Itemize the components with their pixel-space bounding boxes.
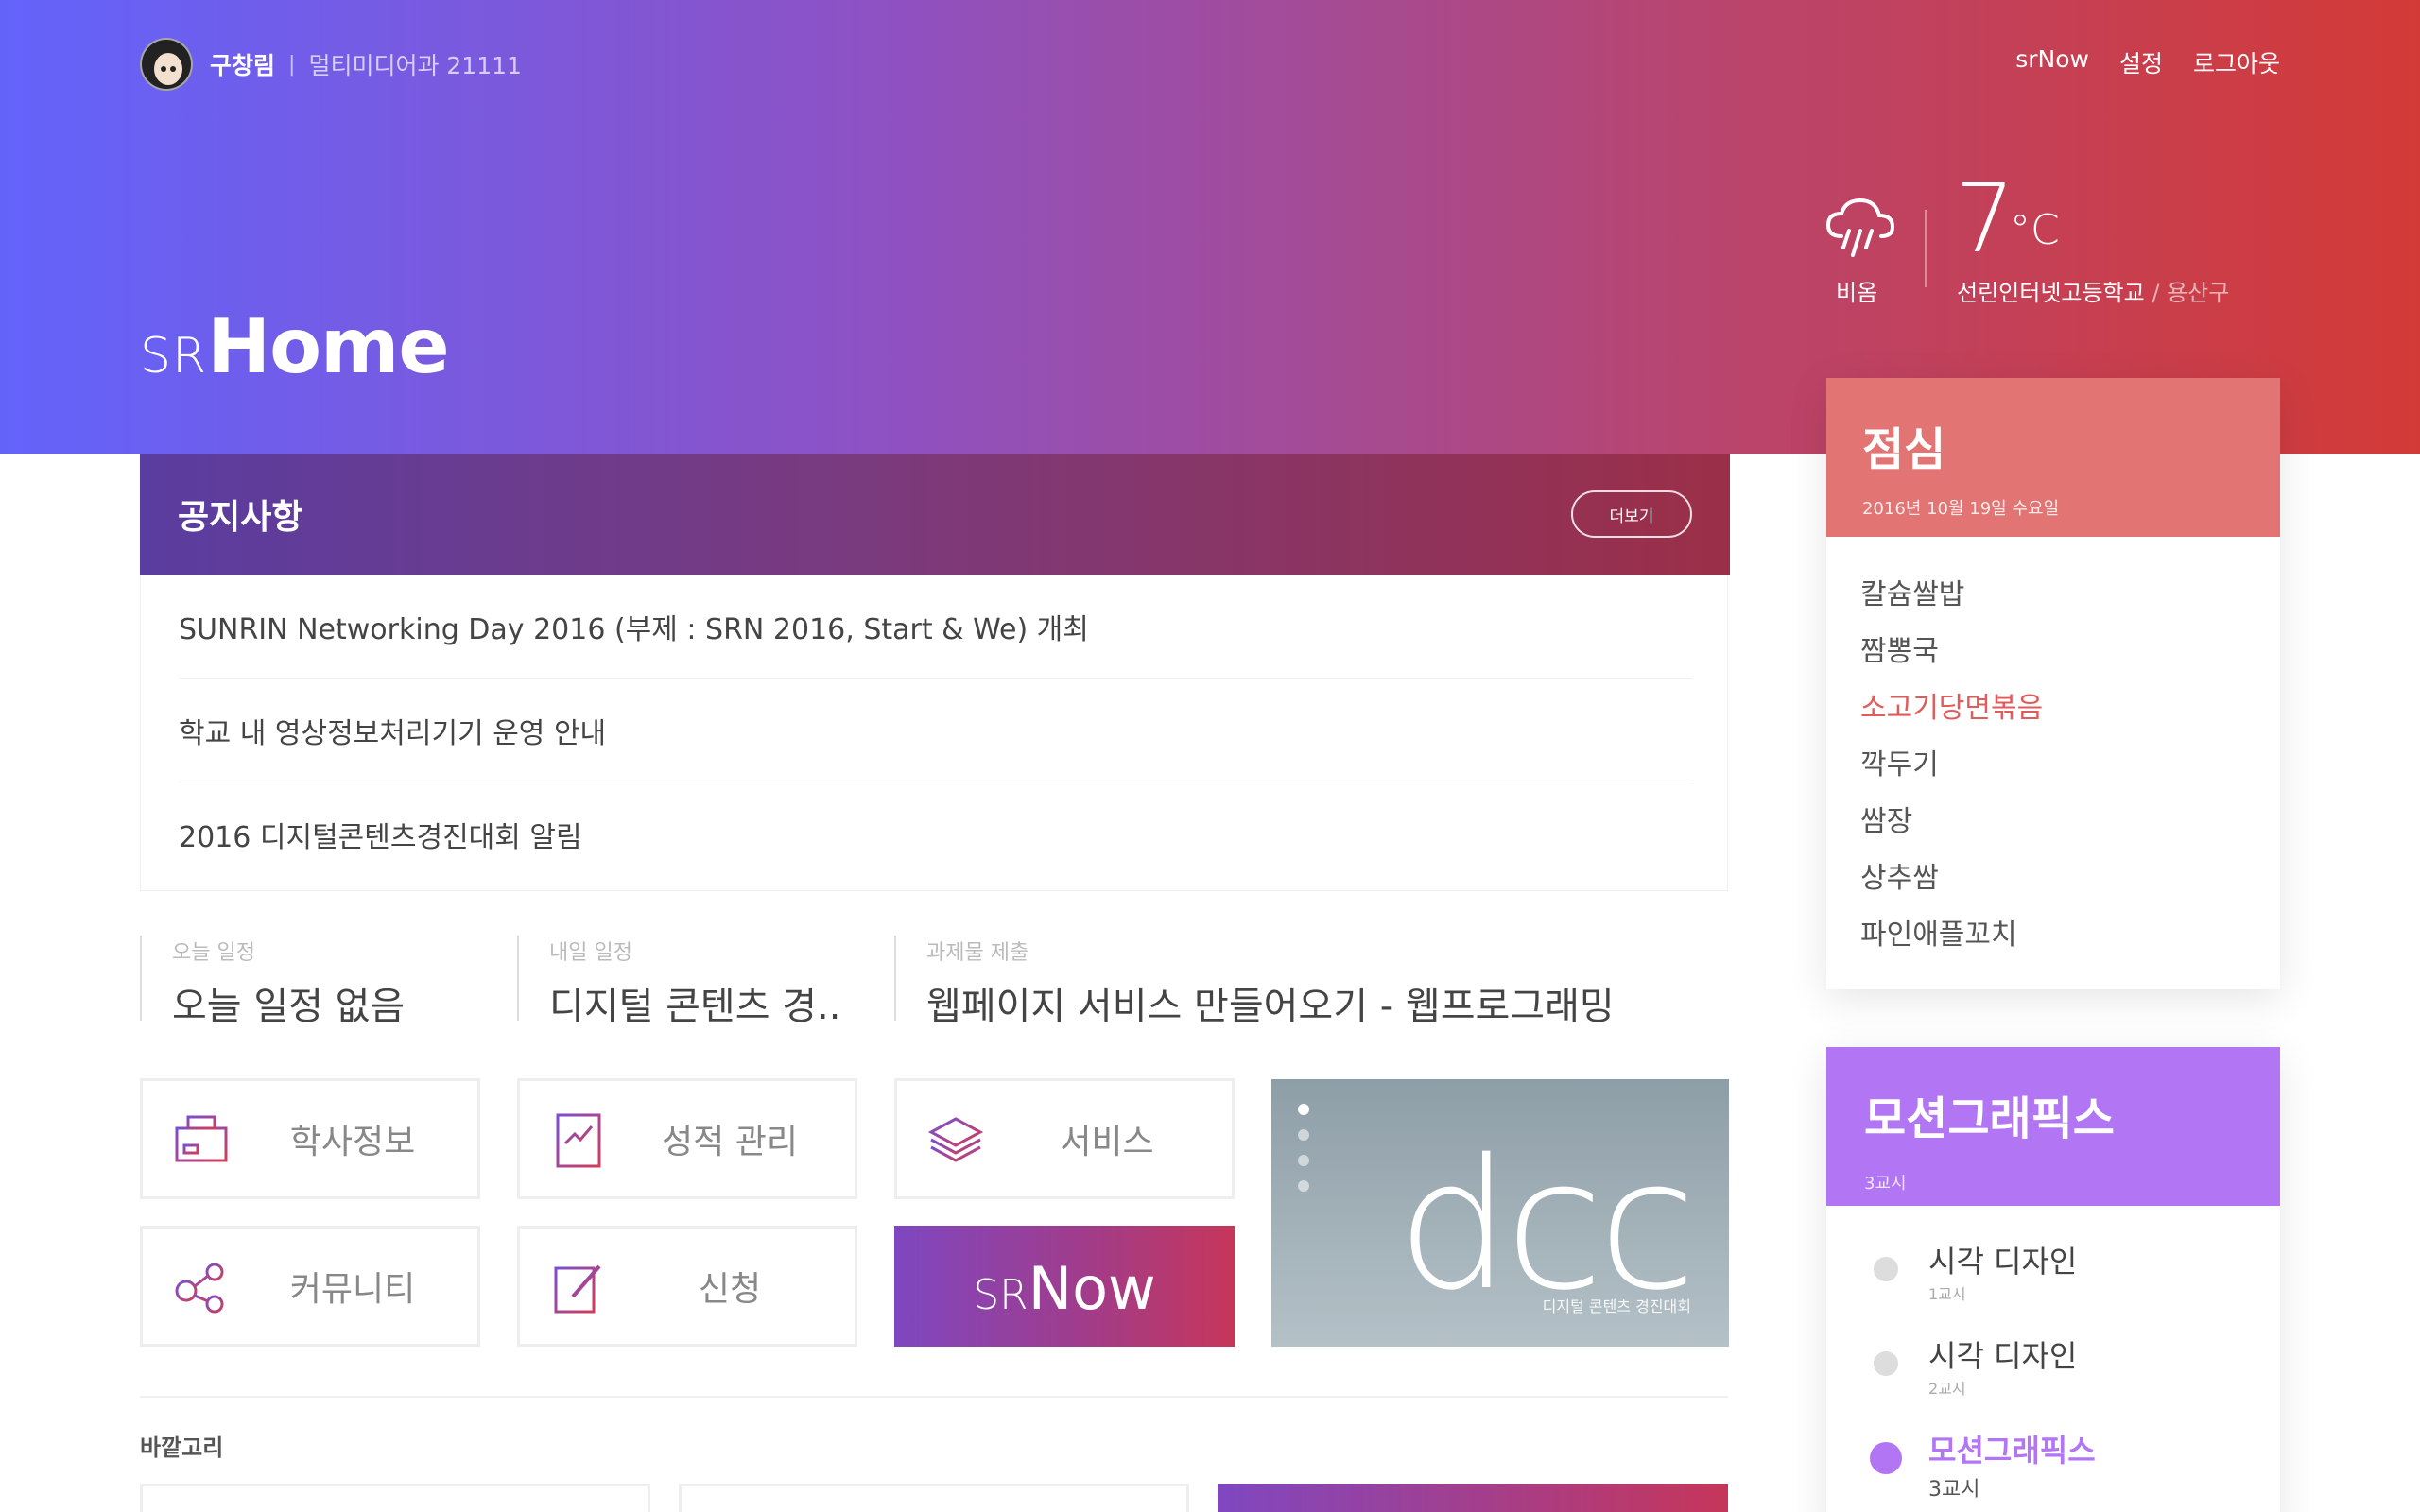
timetable-class-period: 1교시 xyxy=(1928,1285,1966,1303)
timetable-class-period: 2교시 xyxy=(1928,1380,1966,1398)
avatar-eye-right xyxy=(170,66,176,72)
user-bar: 구창림 | 멀티미디어과 21111 xyxy=(140,38,522,91)
logo-prefix: SR xyxy=(140,328,208,385)
timetable-card: 모션그래픽스 3교시 시각 디자인 1교시 시각 디자인 2교시 모션그래픽스 … xyxy=(1826,1047,2280,1512)
lunch-card: 점심 2016년 10월 19일 수요일 칼슘쌀밥 짬뽕국 소고기당면볶음 깍두… xyxy=(1826,378,2280,989)
apply-button[interactable]: 신청 xyxy=(517,1226,857,1347)
srnow-tile-main: Now xyxy=(1028,1254,1156,1323)
weather-location: 선린인터넷고등학교 / 용산구 xyxy=(1957,274,2229,307)
notice-item[interactable]: SUNRIN Networking Day 2016 (부제 : SRN 201… xyxy=(179,575,1691,679)
weather-unit: °C xyxy=(2010,206,2060,254)
apply-edit-icon xyxy=(554,1264,601,1314)
community-button[interactable]: 커뮤니티 xyxy=(140,1226,480,1347)
weather-condition: 비옴 xyxy=(1836,280,1878,306)
lunch-item: 상추쌈 xyxy=(1860,862,1939,895)
weather-school: 선린인터넷고등학교 xyxy=(1957,280,2145,306)
lunch-item: 쌈장 xyxy=(1860,805,1913,838)
schedule-today-value: 오늘 일정 없음 xyxy=(172,985,406,1028)
bag-card[interactable] xyxy=(1218,1484,1728,1512)
timetable-current-class: 모션그래픽스 xyxy=(1864,1092,2115,1145)
section-divider xyxy=(140,1396,1728,1398)
weather-district: / 용산구 xyxy=(2152,280,2230,306)
notice-title: 공지사항 xyxy=(178,498,303,537)
timetable-class-name: 모션그래픽스 xyxy=(1928,1433,2096,1469)
banner-logo: dcc xyxy=(1396,1121,1697,1330)
schedule-assignment-value: 웹페이지 서비스 만들어오기 - 웹프로그래밍 xyxy=(926,985,1615,1028)
timetable-bullet xyxy=(1874,1257,1898,1281)
avatar[interactable] xyxy=(140,38,193,91)
notice-more-button[interactable]: 더보기 xyxy=(1571,490,1692,538)
schedule-today-label: 오늘 일정 xyxy=(172,941,255,965)
bag-section-label: 바깥고리 xyxy=(140,1435,224,1461)
timetable-class-period: 3교시 xyxy=(1928,1478,1980,1502)
apply-label: 신청 xyxy=(698,1270,762,1309)
lunch-header: 점심 2016년 10월 19일 수요일 xyxy=(1826,378,2280,537)
academic-info-button[interactable]: 학사정보 xyxy=(140,1078,480,1199)
schedule-assignment[interactable]: 과제물 제출 웹페이지 서비스 만들어오기 - 웹프로그래밍 xyxy=(894,936,1615,1028)
notice-item[interactable]: 2016 디지털콘텐츠경진대회 알림 xyxy=(179,782,1691,886)
schedule-tomorrow[interactable]: 내일 일정 디지털 콘텐츠 경.. xyxy=(517,936,840,1028)
timetable-class-name: 시각 디자인 xyxy=(1928,1244,2078,1280)
banner-dot[interactable] xyxy=(1298,1104,1309,1115)
srhome-logo[interactable]: SR Home xyxy=(140,302,450,390)
notice-list: SUNRIN Networking Day 2016 (부제 : SRN 201… xyxy=(179,575,1691,886)
schedule-tomorrow-value: 디지털 콘텐츠 경.. xyxy=(549,985,841,1028)
banner-caption: 디지털 콘텐츠 경진대회 xyxy=(1542,1297,1691,1315)
user-separator: | xyxy=(288,52,296,77)
grades-button[interactable]: 성적 관리 xyxy=(517,1078,857,1199)
service-label: 서비스 xyxy=(1060,1123,1154,1161)
schedule-tomorrow-label: 내일 일정 xyxy=(549,941,632,965)
academic-info-label: 학사정보 xyxy=(289,1123,416,1161)
banner-pagination xyxy=(1298,1104,1309,1206)
dcc-banner[interactable]: dcc 디지털 콘텐츠 경진대회 xyxy=(1271,1079,1729,1347)
academic-info-icon xyxy=(175,1115,228,1162)
lunch-title: 점심 xyxy=(1862,423,1946,476)
nav-settings-link[interactable]: 설정 xyxy=(2119,45,2163,79)
logo-main: Home xyxy=(207,302,450,390)
timetable-class-name: 시각 디자인 xyxy=(1928,1338,2078,1374)
banner-dot[interactable] xyxy=(1298,1155,1309,1166)
bag-card[interactable] xyxy=(679,1484,1189,1512)
banner-dot[interactable] xyxy=(1298,1180,1309,1192)
timetable-bullet xyxy=(1874,1351,1898,1376)
notice-header: 공지사항 더보기 xyxy=(140,454,1730,575)
service-button[interactable]: 서비스 xyxy=(894,1078,1235,1199)
avatar-eye-left xyxy=(161,66,166,72)
notice-item[interactable]: 학교 내 영상정보처리기기 운영 안내 xyxy=(179,679,1691,782)
layers-icon xyxy=(927,1117,984,1162)
user-name: 구창림 xyxy=(210,52,276,79)
notice-panel: 공지사항 더보기 SUNRIN Networking Day 2016 (부제 … xyxy=(140,454,1730,891)
avatar-face xyxy=(154,53,182,85)
timetable-current-period: 3교시 xyxy=(1864,1174,1907,1194)
grades-label: 성적 관리 xyxy=(662,1123,798,1161)
user-dept: 멀티미디어과 21111 xyxy=(308,52,522,79)
banner-dot[interactable] xyxy=(1298,1129,1309,1141)
weather-temp: 7 xyxy=(1955,163,2015,274)
nav-srnow-link[interactable]: srNow xyxy=(2015,45,2089,79)
lunch-item: 짬뽕국 xyxy=(1860,635,1939,668)
timetable-bullet-active xyxy=(1870,1442,1902,1474)
lunch-item: 깍두기 xyxy=(1860,748,1939,782)
srnow-tile-prefix: SR xyxy=(973,1271,1028,1319)
rain-cloud-icon xyxy=(1825,198,1895,257)
lunch-item: 파인애플꼬치 xyxy=(1860,919,2017,952)
srnow-tile[interactable]: SR Now xyxy=(894,1226,1235,1347)
schedule-today[interactable]: 오늘 일정 오늘 일정 없음 xyxy=(140,936,405,1028)
lunch-item: 소고기당면볶음 xyxy=(1860,692,2044,725)
grades-chart-icon xyxy=(556,1113,601,1168)
timetable-header: 모션그래픽스 3교시 xyxy=(1826,1047,2280,1206)
community-nodes-icon xyxy=(175,1263,224,1314)
schedule-assignment-label: 과제물 제출 xyxy=(926,941,1029,965)
nav-logout-link[interactable]: 로그아웃 xyxy=(2193,45,2280,79)
top-nav: srNow 설정 로그아웃 xyxy=(2015,45,2280,79)
lunch-date: 2016년 10월 19일 수요일 xyxy=(1862,499,2060,519)
lunch-item: 칼슘쌀밥 xyxy=(1860,578,1965,611)
lunch-menu-list: 칼슘쌀밥 짬뽕국 소고기당면볶음 깍두기 쌈장 상추쌈 파인애플꼬치 xyxy=(1826,537,2280,966)
bag-card[interactable] xyxy=(140,1484,650,1512)
weather-divider xyxy=(1925,210,1927,287)
community-label: 커뮤니티 xyxy=(289,1270,416,1309)
